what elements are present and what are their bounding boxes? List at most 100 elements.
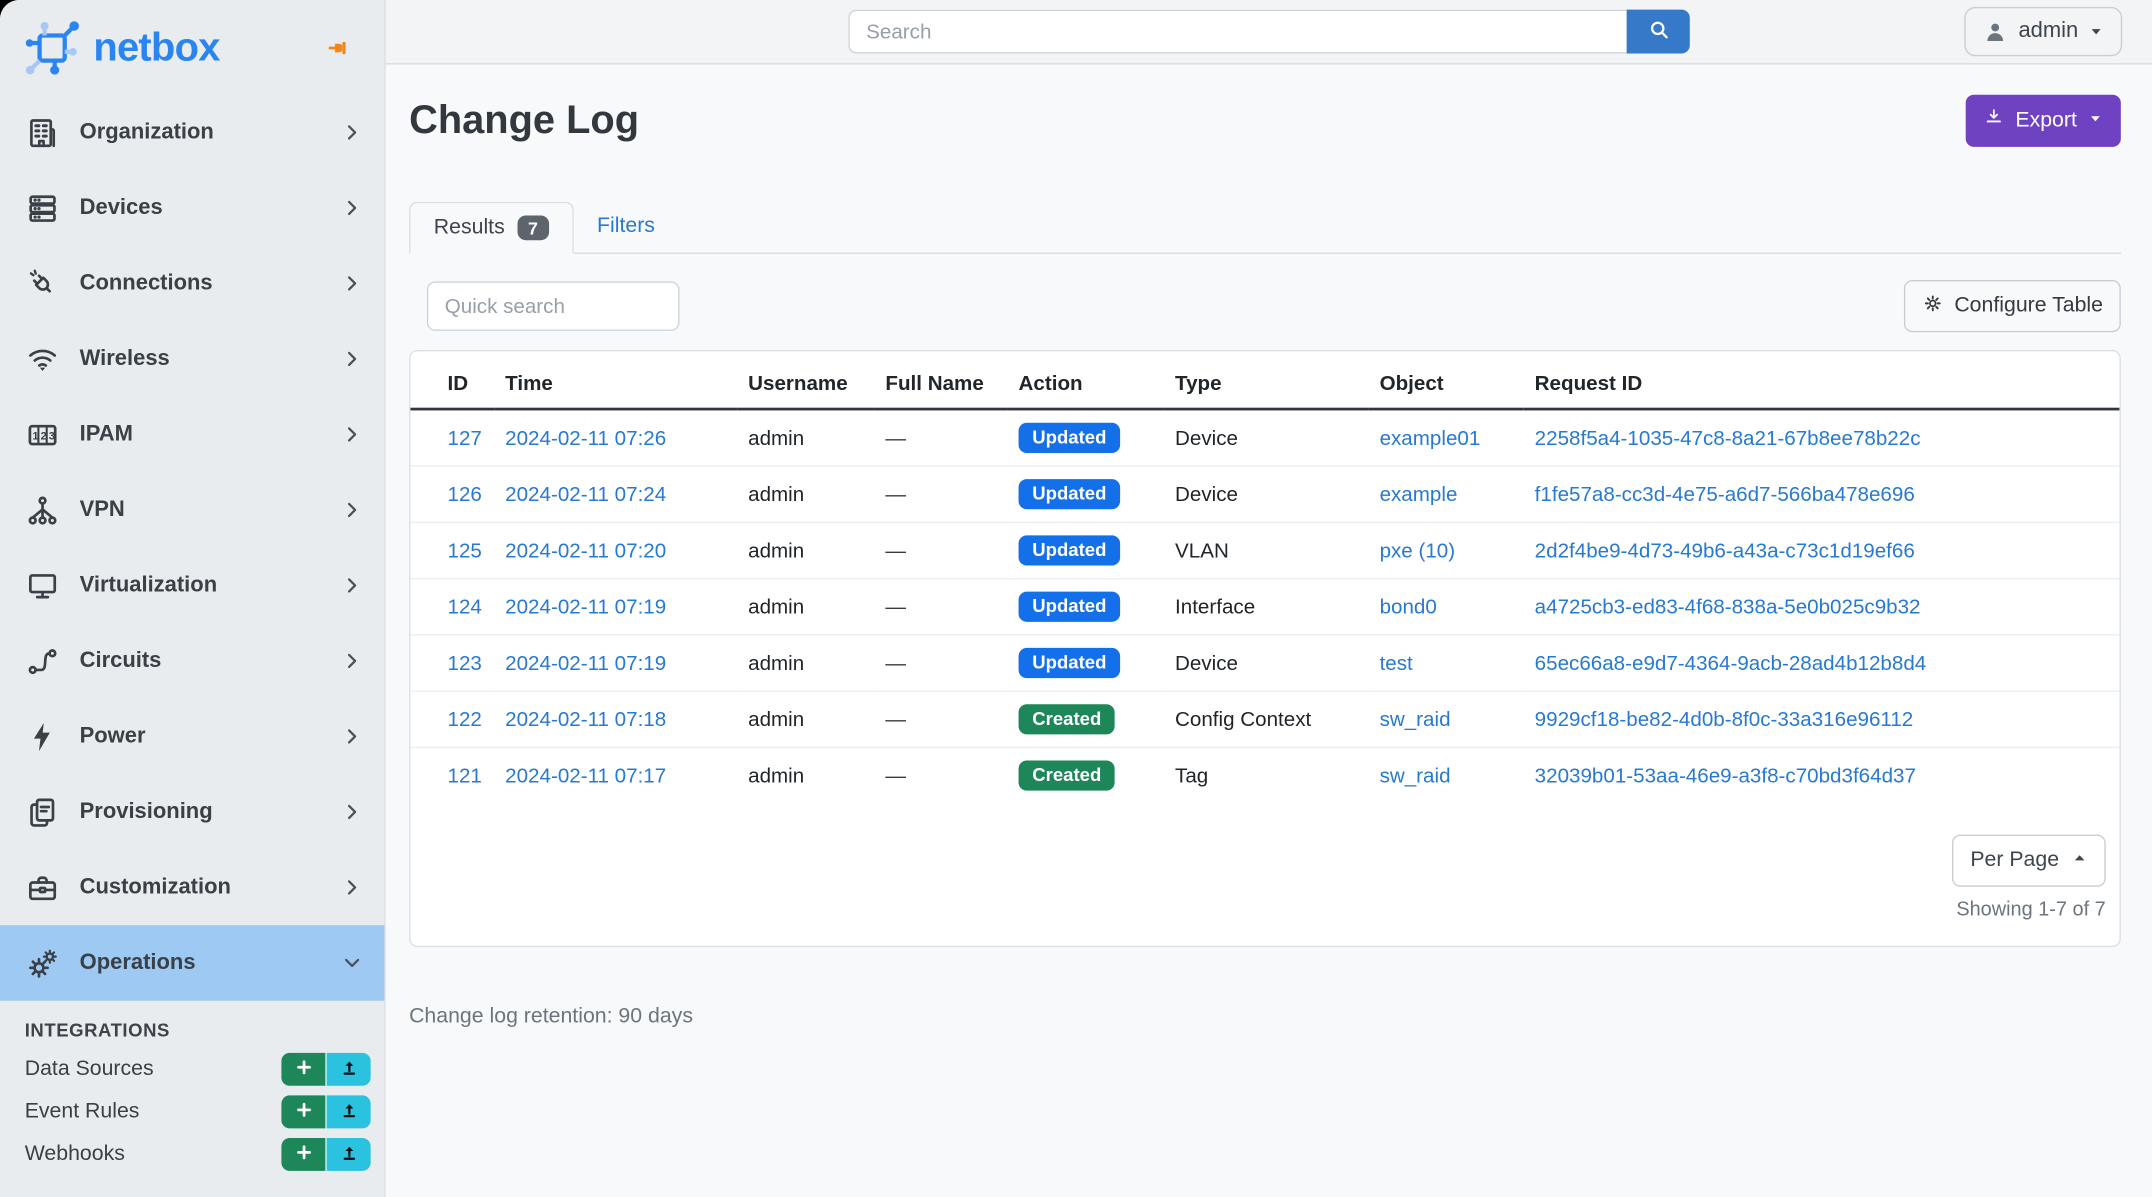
user-menu-button[interactable]: admin [1965, 7, 2122, 56]
chevron-right-icon [342, 273, 363, 294]
column-header-object[interactable]: Object [1369, 351, 1524, 409]
results-count-badge: 7 [517, 216, 549, 241]
sidebar-item-circuits[interactable]: Circuits [0, 623, 384, 698]
netbox-logo-icon [22, 18, 82, 78]
cell-time: 2024-02-11 07:20 [494, 522, 737, 578]
column-header-username[interactable]: Username [737, 351, 874, 409]
sidebar-item-devices[interactable]: Devices [0, 170, 384, 245]
id-link[interactable]: 122 [448, 708, 482, 731]
table-row: 1232024-02-11 07:19admin—UpdatedDevicete… [410, 635, 2119, 691]
add-webhooks-button[interactable] [281, 1137, 325, 1170]
time-link[interactable]: 2024-02-11 07:17 [505, 764, 666, 787]
cell-time: 2024-02-11 07:19 [494, 635, 737, 691]
time-link[interactable]: 2024-02-11 07:24 [505, 483, 666, 506]
sidebar-item-vpn[interactable]: VPN [0, 472, 384, 547]
plus-icon [293, 1099, 314, 1124]
table-row: 1272024-02-11 07:26admin—UpdatedDeviceex… [410, 409, 2119, 466]
cell-action: Updated [1008, 409, 1164, 466]
integrations-item-webhooks: Webhooks [0, 1132, 384, 1175]
plus-icon [293, 1141, 314, 1166]
import-event-rules-button[interactable] [327, 1095, 371, 1128]
sidebar-item-data-sources[interactable]: Data Sources [25, 1056, 154, 1081]
pin-sidebar-icon[interactable] [324, 33, 354, 63]
object-link[interactable]: test [1380, 651, 1413, 674]
column-header-type[interactable]: Type [1164, 351, 1369, 409]
cell-username: admin [737, 635, 874, 691]
netbox-logo[interactable]: netbox [22, 18, 220, 78]
time-link[interactable]: 2024-02-11 07:19 [505, 595, 666, 618]
cell-object: example01 [1369, 409, 1524, 466]
sidebar-item-customization[interactable]: Customization [0, 850, 384, 925]
id-link[interactable]: 124 [448, 595, 482, 618]
time-link[interactable]: 2024-02-11 07:20 [505, 539, 666, 562]
integrations-item-event-rules: Event Rules [0, 1090, 384, 1133]
time-link[interactable]: 2024-02-11 07:18 [505, 708, 666, 731]
cell-request-id: a4725cb3-ed83-4f68-838a-5e0b025c9b32 [1524, 579, 2120, 635]
sidebar-item-operations[interactable]: Operations [0, 925, 384, 1000]
main-panel: Change Log Export Results 7 Filters [386, 65, 2152, 1197]
object-link[interactable]: pxe (10) [1380, 539, 1456, 562]
search-input[interactable] [848, 10, 1626, 54]
id-link[interactable]: 121 [448, 764, 482, 787]
per-page-button[interactable]: Per Page [1952, 835, 2105, 887]
cell-object: bond0 [1369, 579, 1524, 635]
sidebar-item-power[interactable]: Power [0, 699, 384, 774]
sidebar-item-provisioning[interactable]: Provisioning [0, 774, 384, 849]
sidebar-item-webhooks[interactable]: Webhooks [25, 1141, 125, 1166]
time-link[interactable]: 2024-02-11 07:19 [505, 651, 666, 674]
column-header-time[interactable]: Time [494, 351, 737, 409]
request-id-link[interactable]: 9929cf18-be82-4d0b-8f0c-33a316e96112 [1535, 708, 1914, 731]
add-event-rules-button[interactable] [281, 1095, 325, 1128]
content-area: admin Change Log Export Results 7 Fi [386, 0, 2152, 1197]
id-link[interactable]: 126 [448, 483, 482, 506]
sidebar-item-connections[interactable]: Connections [0, 246, 384, 321]
request-id-link[interactable]: 2d2f4be9-4d73-49b6-a43a-c73c1d19ef66 [1535, 539, 1915, 562]
object-link[interactable]: example [1380, 483, 1458, 506]
search-button[interactable] [1627, 10, 1690, 54]
documents-icon [25, 794, 61, 830]
sidebar-item-wireless[interactable]: Wireless [0, 321, 384, 396]
request-id-link[interactable]: 2258f5a4-1035-47c8-8a21-67b8ee78b22c [1535, 426, 1921, 449]
add-data-sources-button[interactable] [281, 1052, 325, 1085]
table-row: 1252024-02-11 07:20admin—UpdatedVLANpxe … [410, 522, 2119, 578]
id-link[interactable]: 125 [448, 539, 482, 562]
object-link[interactable]: sw_raid [1380, 764, 1451, 787]
chevron-right-icon [342, 198, 363, 219]
column-header-full-name[interactable]: Full Name [874, 351, 1007, 409]
sidebar-item-event-rules[interactable]: Event Rules [25, 1099, 140, 1124]
sidebar-item-ipam[interactable]: 123IPAM [0, 397, 384, 472]
sidebar-item-label: Devices [80, 196, 163, 221]
column-header-request-id[interactable]: Request ID [1524, 351, 2120, 409]
tab-results[interactable]: Results 7 [409, 202, 574, 254]
request-id-link[interactable]: 32039b01-53aa-46e9-a3f8-c70bd3f64d37 [1535, 764, 1916, 787]
download-icon [1984, 107, 2005, 134]
plus-icon [293, 1056, 314, 1081]
cell-request-id: 65ec66a8-e9d7-4364-9acb-28ad4b12b8d4 [1524, 635, 2120, 691]
id-link[interactable]: 127 [448, 426, 482, 449]
import-data-sources-button[interactable] [327, 1052, 371, 1085]
import-webhooks-button[interactable] [327, 1137, 371, 1170]
cell-time: 2024-02-11 07:26 [494, 409, 737, 466]
configure-table-button[interactable]: Configure Table [1904, 280, 2121, 332]
request-id-link[interactable]: a4725cb3-ed83-4f68-838a-5e0b025c9b32 [1535, 595, 1921, 618]
object-link[interactable]: example01 [1380, 426, 1481, 449]
tab-filters[interactable]: Filters [574, 202, 679, 251]
id-link[interactable]: 123 [448, 651, 482, 674]
column-header-id[interactable]: ID [410, 351, 494, 409]
table-footer: Per Page Showing 1-7 of 7 [410, 803, 2119, 946]
export-button[interactable]: Export [1966, 95, 2121, 147]
sidebar-item-virtualization[interactable]: Virtualization [0, 548, 384, 623]
object-link[interactable]: sw_raid [1380, 708, 1451, 731]
integrations-list: Data Sources Event Rules Webhooks [0, 1047, 384, 1175]
column-header-action[interactable]: Action [1008, 351, 1164, 409]
sidebar-nav: Organization Devices ConnectionsWireless12… [0, 95, 384, 1001]
cell-request-id: 2d2f4be9-4d73-49b6-a43a-c73c1d19ef66 [1524, 522, 2120, 578]
request-id-link[interactable]: 65ec66a8-e9d7-4364-9acb-28ad4b12b8d4 [1535, 651, 1927, 674]
quick-action-buttons [281, 1095, 370, 1128]
time-link[interactable]: 2024-02-11 07:26 [505, 426, 666, 449]
object-link[interactable]: bond0 [1380, 595, 1437, 618]
request-id-link[interactable]: f1fe57a8-cc3d-4e75-a6d7-566ba478e696 [1535, 483, 1915, 506]
cell-full-name: — [874, 747, 1007, 803]
quick-search-input[interactable] [427, 281, 680, 330]
sidebar-item-organization[interactable]: Organization [0, 95, 384, 170]
